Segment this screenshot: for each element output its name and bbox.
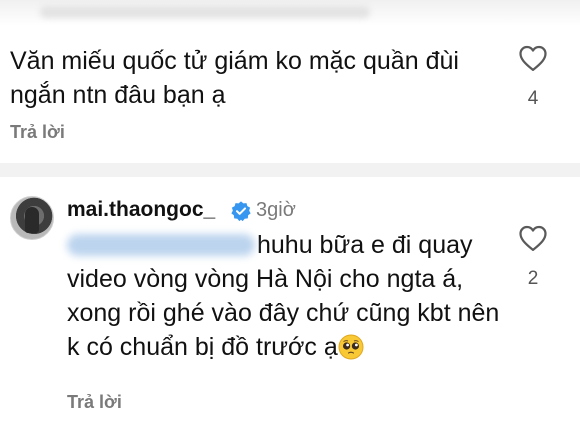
reply-button[interactable]: Trả lời: [10, 122, 65, 143]
comment-text: Văn miếu quốc tử giám ko mặc quần đùi ng…: [10, 47, 459, 109]
previous-comment-blur: [0, 0, 580, 26]
avatar[interactable]: [10, 196, 54, 240]
comment-text: huhu bữa e đi quay video vòng vòng Hà Nộ…: [67, 228, 507, 364]
like-count: 2: [527, 268, 539, 289]
username[interactable]: mai.thaongoc_: [67, 198, 215, 222]
reply-button[interactable]: Trả lời: [67, 392, 122, 413]
heart-icon[interactable]: [518, 44, 548, 72]
verified-badge-icon: [231, 201, 251, 222]
pleading-face-emoji: [338, 334, 364, 360]
like-count: 4: [527, 88, 539, 109]
comment-divider: [0, 163, 580, 177]
timestamp: 3giờ: [256, 199, 296, 221]
heart-icon[interactable]: [518, 224, 548, 252]
mention-blur[interactable]: [67, 234, 255, 256]
